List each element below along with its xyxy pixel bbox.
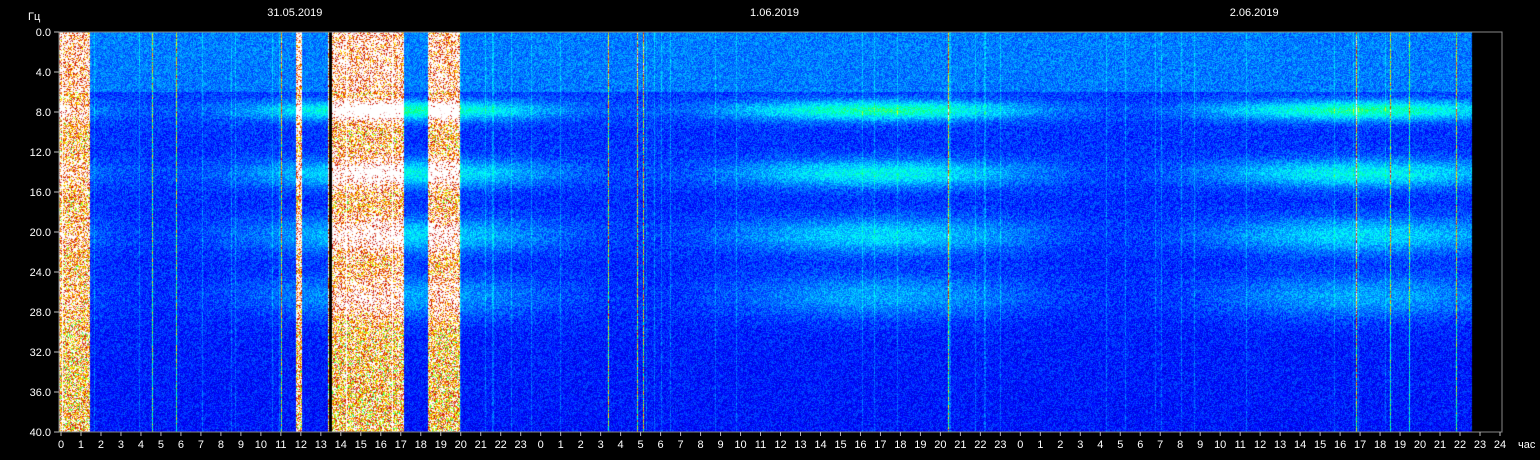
x-tick-label: 20 — [934, 439, 946, 451]
x-tick-label: 0 — [538, 439, 544, 451]
x-tick-label: 20 — [1414, 439, 1426, 451]
x-tick-label: 22 — [495, 439, 507, 451]
spectrogram-area — [59, 32, 1502, 432]
x-tick-label: 4 — [1097, 439, 1103, 451]
date-label: 31.05.2019 — [267, 7, 322, 19]
x-tick-label: 3 — [598, 439, 604, 451]
x-tick-label: 7 — [198, 439, 204, 451]
x-tick-label: 15 — [834, 439, 846, 451]
x-tick-label: 4 — [618, 439, 624, 451]
x-tick-label: 18 — [415, 439, 427, 451]
x-tick-label: 0 — [58, 439, 64, 451]
x-tick-label: 13 — [315, 439, 327, 451]
spectrogram-canvas — [59, 32, 1502, 432]
x-tick-label: 6 — [1137, 439, 1143, 451]
x-tick-label: 19 — [435, 439, 447, 451]
x-tick-label: 11 — [1234, 439, 1245, 451]
x-tick-label: 22 — [1454, 439, 1466, 451]
x-tick-label: 14 — [1294, 439, 1306, 451]
x-tick-label: 21 — [954, 439, 966, 451]
y-tick-label: 40.0 — [30, 427, 51, 439]
x-tick-label: 1 — [78, 439, 84, 451]
y-tick-label: 16.0 — [30, 187, 51, 199]
x-tick-label: 7 — [1157, 439, 1163, 451]
x-tick-label: 9 — [717, 439, 723, 451]
x-tick-label: 14 — [814, 439, 826, 451]
x-tick-label: 10 — [255, 439, 267, 451]
x-tick-label: 0 — [1017, 439, 1023, 451]
x-tick-label: 22 — [974, 439, 986, 451]
date-label: 1.06.2019 — [750, 7, 799, 19]
x-tick-label: 21 — [475, 439, 487, 451]
x-tick-label: 16 — [854, 439, 866, 451]
x-tick-label: 2 — [578, 439, 584, 451]
x-tick-label: 3 — [118, 439, 124, 451]
x-tick-label: 12 — [295, 439, 307, 451]
y-tick-label: 12.0 — [30, 147, 51, 159]
x-tick-label: 15 — [355, 439, 367, 451]
x-tick-label: 1 — [558, 439, 564, 451]
x-tick-label: 24 — [1494, 439, 1506, 451]
x-tick-label: 13 — [794, 439, 806, 451]
x-tick-label: 18 — [894, 439, 906, 451]
x-tick-label: 12 — [774, 439, 786, 451]
y-tick-label: 28.0 — [30, 307, 51, 319]
x-tick-label: 5 — [638, 439, 644, 451]
x-tick-label: 23 — [515, 439, 527, 451]
x-tick-label: 19 — [914, 439, 926, 451]
x-tick-label: 9 — [1197, 439, 1203, 451]
y-tick-label: 24.0 — [30, 267, 51, 279]
x-tick-label: 14 — [335, 439, 347, 451]
y-tick-label: 36.0 — [30, 387, 51, 399]
x-tick-label: 17 — [874, 439, 886, 451]
x-tick-label: 6 — [658, 439, 664, 451]
x-tick-label: 17 — [395, 439, 407, 451]
x-tick-label: 15 — [1314, 439, 1326, 451]
x-tick-label: 16 — [1334, 439, 1346, 451]
spectrogram-chart: Гц час 0.04.08.012.016.020.024.028.032.0… — [0, 0, 1540, 460]
x-tick-label: 2 — [98, 439, 104, 451]
x-tick-label: 8 — [697, 439, 703, 451]
y-tick-label: 20.0 — [30, 227, 51, 239]
x-tick-label: 3 — [1077, 439, 1083, 451]
x-tick-label: 20 — [455, 439, 467, 451]
x-tick-label: 7 — [678, 439, 684, 451]
y-tick-label: 32.0 — [30, 347, 51, 359]
x-tick-label: 23 — [994, 439, 1006, 451]
x-tick-label: 5 — [1117, 439, 1123, 451]
y-axis-label: Гц — [28, 11, 41, 23]
x-axis-unit-label: час — [1518, 439, 1536, 451]
y-tick-label: 4.0 — [36, 67, 51, 79]
x-tick-label: 21 — [1434, 439, 1446, 451]
x-tick-label: 1 — [1037, 439, 1043, 451]
x-tick-label: 10 — [1214, 439, 1226, 451]
y-tick-label: 8.0 — [36, 107, 51, 119]
x-tick-label: 23 — [1474, 439, 1486, 451]
x-tick-label: 8 — [1177, 439, 1183, 451]
x-tick-label: 4 — [138, 439, 144, 451]
x-tick-label: 19 — [1394, 439, 1406, 451]
y-tick-label: 0.0 — [36, 27, 51, 39]
x-tick-label: 17 — [1354, 439, 1366, 451]
x-tick-label: 12 — [1254, 439, 1266, 451]
x-tick-label: 16 — [375, 439, 387, 451]
x-tick-label: 8 — [218, 439, 224, 451]
x-tick-label: 9 — [238, 439, 244, 451]
x-tick-label: 18 — [1374, 439, 1386, 451]
x-tick-label: 6 — [178, 439, 184, 451]
x-tick-label: 11 — [275, 439, 286, 451]
x-tick-label: 2 — [1057, 439, 1063, 451]
x-tick-label: 5 — [158, 439, 164, 451]
x-tick-label: 10 — [734, 439, 746, 451]
date-label: 2.06.2019 — [1230, 7, 1279, 19]
x-tick-label: 11 — [755, 439, 766, 451]
x-tick-label: 13 — [1274, 439, 1286, 451]
